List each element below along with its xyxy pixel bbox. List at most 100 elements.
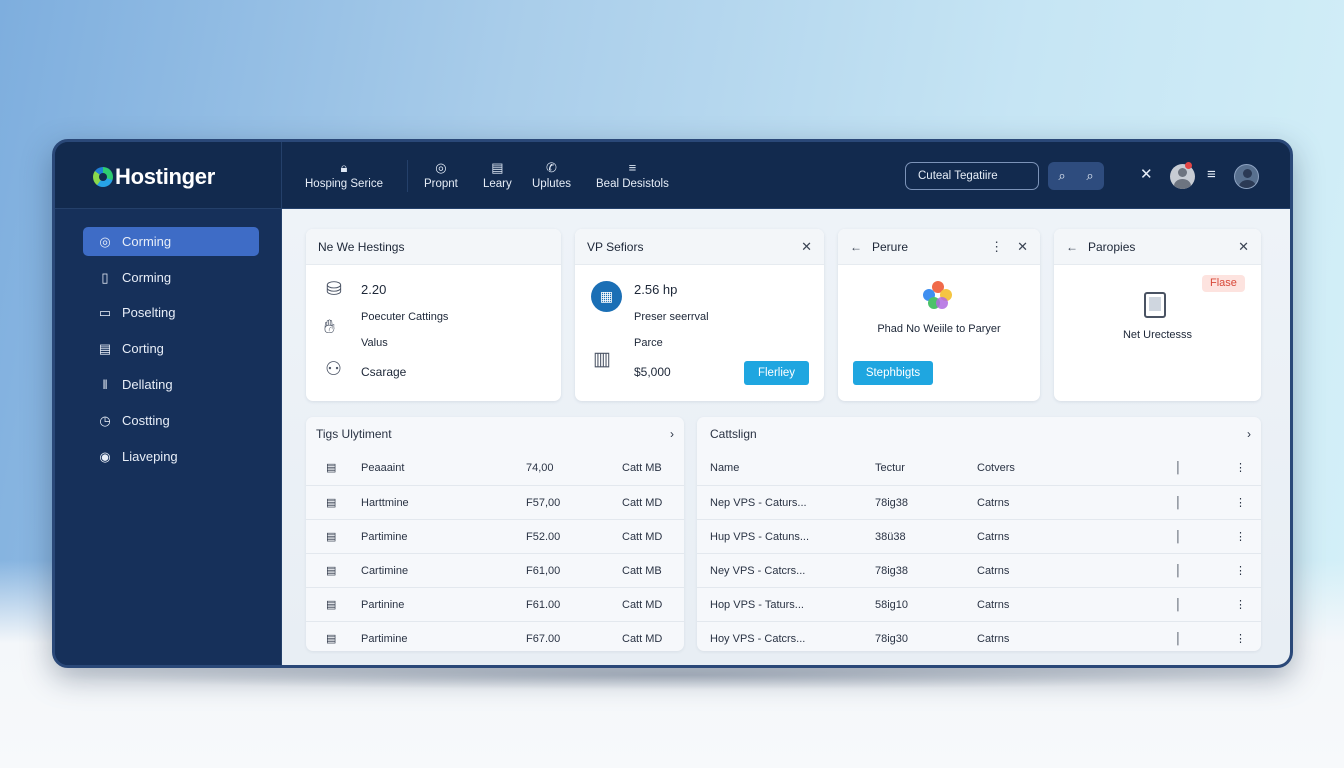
cell-price: 74,00 [526, 462, 554, 474]
cell-name: Hoy VPS - Catcrs... [710, 633, 806, 645]
cell-price: F61,00 [526, 565, 561, 577]
table-row[interactable]: Nep VPS - Caturs... 78ig38 Catrns │ ⋮ [697, 485, 1261, 519]
file-icon: ▤ [326, 599, 337, 611]
colorful-logo-icon [923, 281, 953, 311]
table-row[interactable]: Hup VPS - Catuns... 38ü38 Catrns │ ⋮ [697, 519, 1261, 553]
chevron-right-icon[interactable]: › [1247, 427, 1251, 441]
cell-size: Catt MD [622, 497, 663, 509]
close-icon[interactable]: ✕ [1238, 239, 1249, 255]
sidebar-item-label: Costting [122, 413, 170, 428]
menu-icon[interactable]: ≡ [1207, 165, 1216, 185]
clock-icon: ◷ [99, 412, 111, 428]
sidebar-item-costting[interactable]: ◷ Costting [83, 406, 259, 435]
chevron-right-icon[interactable]: › [670, 427, 674, 441]
sidebar-item-dellating[interactable]: ‖ Dellating [83, 370, 259, 399]
column-header: Cotvers [977, 462, 1015, 474]
hand-icon: ✋︎ [324, 317, 335, 338]
vps-line2: Parce [634, 337, 663, 349]
cell-price: F67.00 [526, 633, 561, 645]
table-row[interactable]: ▤ Partimine F67.00 Catt MD [306, 621, 684, 651]
table-row[interactable]: ▤ Harttmine F57,00 Catt MD [306, 485, 684, 519]
cell-name: Hup VPS - Catuns... [710, 531, 810, 543]
cell-price: F52.00 [526, 531, 561, 543]
table-row[interactable]: Hop VPS - Taturs... 58ig10 Catrns │ ⋮ [697, 587, 1261, 621]
users-icon: ⚇ [325, 359, 343, 380]
more-icon[interactable]: ⋮ [1235, 486, 1246, 520]
main-content: Ne We Hestings ⛁ 2.20 ✋︎ Poecuter Cattin… [282, 209, 1290, 665]
cell-size: Catt MD [622, 599, 663, 611]
cell-texture: 78ig38 [875, 565, 909, 577]
notification-dot [1185, 162, 1192, 169]
sidebar-item-label: Liaveping [122, 449, 178, 464]
tablet-icon [1144, 292, 1166, 318]
cell-covers: Catrns [977, 633, 1010, 645]
cell-name: Hop VPS - Taturs... [710, 599, 804, 611]
table-row[interactable]: Hoy VPS - Catcrs... 78ig30 Catrns │ ⋮ [697, 621, 1261, 651]
hosting-value: 2.20 [361, 282, 387, 297]
lock-icon: 🔒︎ [340, 160, 348, 175]
sidebar-item-corming[interactable]: ◎ Corming [83, 227, 259, 256]
cell-texture: 58ig10 [875, 599, 909, 611]
card-title: Perure [872, 239, 909, 254]
search-icon[interactable]: ⌕ [1076, 162, 1104, 190]
table-header-row: Name Tectur Cotvers │ ⋮ [697, 451, 1261, 485]
profile-avatar[interactable] [1234, 164, 1259, 189]
back-arrow-icon[interactable]: ← [1066, 240, 1078, 254]
more-icon[interactable]: ⋮ [1235, 520, 1246, 554]
sidebar-item-label: Poselting [122, 305, 176, 320]
search-icon[interactable]: ⌕ [1048, 162, 1076, 190]
dashboard-icon: ◎ [99, 233, 111, 249]
table-row[interactable]: ▤ Partimine F52.00 Catt MD [306, 519, 684, 553]
cell-name: Ney VPS - Catcrs... [710, 565, 806, 577]
perure-card: ← Perure ⋮ ✕ Phad No Weiile to Paryer St… [838, 229, 1040, 401]
cell-size: Catt MD [622, 531, 663, 543]
card-title: Paropies [1088, 239, 1136, 254]
vps-action-button[interactable]: Flerliey [744, 361, 809, 385]
paropies-card: ← Paropies ✕ Flase Net Urectesss [1054, 229, 1261, 401]
search-input[interactable]: Cuteal Tegatiire [905, 162, 1039, 190]
nav-leary[interactable]: ▤ Leary [483, 160, 512, 190]
brand-logo[interactable]: Hostinger [93, 164, 215, 190]
cell-texture: 78ig38 [875, 497, 909, 509]
divider-icon: │ [1175, 565, 1182, 577]
book-icon: ‖ [102, 377, 108, 392]
table-row[interactable]: ▤ Cartimine F61,00 Catt MB [306, 553, 684, 587]
more-icon[interactable]: ⋮ [990, 239, 1003, 255]
cell-name: Cartimine [361, 565, 409, 577]
more-icon[interactable]: ⋮ [1235, 622, 1246, 651]
file-icon: ▤ [326, 633, 337, 645]
vps-value: 2.56 hp [634, 282, 678, 297]
cell-size: Catt MD [622, 633, 663, 645]
avatar[interactable] [1170, 164, 1195, 189]
close-icon[interactable]: ✕ [1017, 239, 1028, 255]
card-header: ← Paropies ✕ [1054, 229, 1261, 265]
table-row[interactable]: ▤ Partinine F61.00 Catt MD [306, 587, 684, 621]
sidebar-item-corming-2[interactable]: ▯ Corming [83, 263, 259, 292]
sidebar-item-liaveping[interactable]: ◉ Liaveping [83, 442, 259, 471]
server-icon: ▦ [591, 281, 622, 312]
close-icon[interactable]: ✕ [1140, 165, 1153, 185]
more-icon[interactable]: ⋮ [1235, 451, 1246, 485]
more-icon[interactable]: ⋮ [1235, 554, 1246, 588]
close-icon[interactable]: ✕ [801, 239, 812, 255]
sort-icon[interactable]: │ [1175, 451, 1182, 485]
perure-action-button[interactable]: Stephbigts [853, 361, 933, 385]
table-header: Cattslign › [697, 417, 1261, 451]
hosting-line3: Csarage [361, 365, 407, 379]
table-row[interactable]: ▤ Peaaaint 74,00 Catt MB [306, 451, 684, 485]
nav-hosting-service[interactable]: 🔒︎ Hosping Serice [305, 160, 383, 190]
nav-uplutes[interactable]: ✆ Uplutes [532, 160, 571, 190]
card-header: VP Sefiors ✕ [575, 229, 824, 265]
sidebar-item-poselting[interactable]: ▭ Poselting [83, 298, 259, 327]
sidebar-item-corting[interactable]: ▤ Corting [83, 334, 259, 363]
back-arrow-icon[interactable]: ← [850, 240, 862, 254]
file-icon: ▤ [326, 462, 337, 474]
more-icon[interactable]: ⋮ [1235, 588, 1246, 622]
cell-name: Harttmine [361, 497, 409, 509]
nav-propnt[interactable]: ◎ Propnt [424, 160, 458, 190]
table-row[interactable]: Ney VPS - Catcrs... 78ig38 Catrns │ ⋮ [697, 553, 1261, 587]
nav-beal-desistols[interactable]: ≡ Beal Desistols [596, 160, 669, 190]
nav-label: Propnt [424, 178, 458, 190]
cell-size: Catt MB [622, 565, 662, 577]
divider-icon: │ [1175, 599, 1182, 611]
